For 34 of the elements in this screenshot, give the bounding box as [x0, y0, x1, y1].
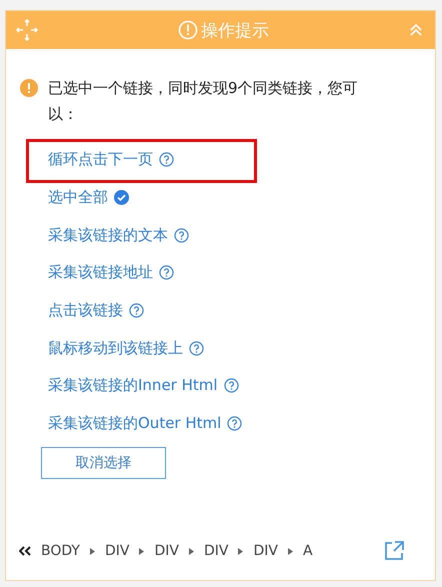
message-text: 已选中一个链接，同时发现9个同类链接，您可以：	[48, 78, 359, 125]
triangle-icon	[139, 548, 144, 554]
help-icon[interactable]	[189, 340, 204, 356]
option-link[interactable]: 采集该链接的Inner Html	[48, 376, 218, 396]
help-icon[interactable]	[224, 378, 239, 394]
cancel-button[interactable]: 取消选择	[41, 446, 166, 478]
option-link[interactable]: 循环点击下一页	[48, 150, 153, 170]
option-link[interactable]: 采集该链接的文本	[48, 226, 168, 245]
triangle-icon	[238, 548, 244, 554]
option-link[interactable]: 采集该链接地址	[48, 263, 153, 282]
breadcrumb-item[interactable]: DIV	[154, 543, 179, 559]
info-icon	[178, 20, 198, 40]
triangle-icon	[188, 548, 194, 554]
breadcrumb-item[interactable]: DIV	[253, 543, 278, 559]
option-link[interactable]: 选中全部	[48, 188, 108, 208]
option-link[interactable]: 采集该链接的Outer Html	[48, 414, 222, 434]
breadcrumb-item[interactable]: BODY	[41, 543, 80, 559]
breadcrumb-item[interactable]: DIV	[204, 543, 228, 559]
check-icon	[114, 190, 129, 206]
option-link[interactable]: 鼠标移动到该链接上	[48, 338, 183, 358]
help-icon[interactable]	[159, 265, 174, 280]
option-link[interactable]: 点击该链接	[48, 301, 123, 320]
triangle-icon	[288, 548, 293, 554]
breadcrumb-item[interactable]: A	[302, 543, 313, 559]
help-icon[interactable]	[227, 416, 242, 432]
breadcrumb-item[interactable]: DIV	[104, 543, 130, 559]
warning-icon	[20, 79, 38, 97]
help-icon[interactable]	[129, 303, 144, 318]
help-icon[interactable]	[174, 228, 189, 243]
panel-title: 操作提示	[201, 20, 269, 42]
help-icon[interactable]	[159, 152, 174, 168]
double-chevron-icon[interactable]	[19, 546, 31, 556]
triangle-icon	[90, 548, 95, 554]
external-link-icon[interactable]	[383, 540, 405, 562]
